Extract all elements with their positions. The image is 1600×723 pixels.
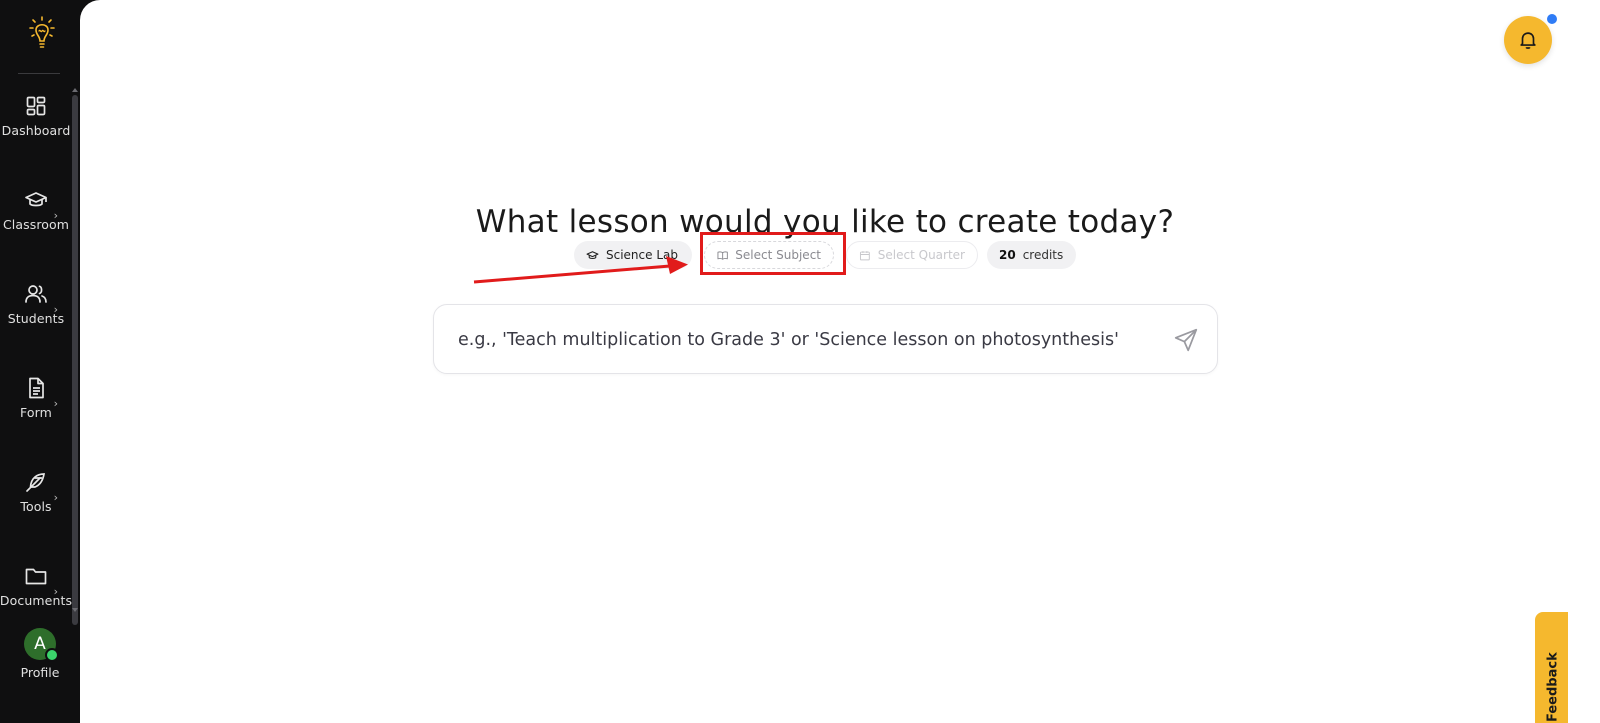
quarter-selector[interactable]: Select Quarter: [846, 241, 978, 269]
sidebar-item-classroom[interactable]: Classroom ›: [0, 188, 72, 258]
lesson-prompt-box: [433, 304, 1218, 374]
chevron-right-icon: ›: [53, 397, 58, 410]
sidebar-item-label: Classroom: [2, 217, 70, 232]
sidebar-item-dashboard[interactable]: Dashboard: [0, 94, 72, 164]
annotation-arrow-icon: [473, 256, 688, 284]
graduation-cap-icon: [25, 192, 47, 207]
feedback-label: Feedback: [1545, 652, 1561, 722]
chevron-right-icon: ›: [53, 491, 58, 504]
sidebar-divider: [18, 73, 60, 74]
folder-icon: [25, 568, 47, 585]
sidebar-item-label: Dashboard: [1, 123, 71, 138]
sidebar-item-profile[interactable]: A Profile: [0, 628, 80, 680]
lesson-prompt-input[interactable]: [456, 323, 1160, 357]
send-icon[interactable]: [1173, 327, 1199, 353]
avatar[interactable]: A: [24, 628, 59, 662]
sidebar: Dashboard Classroom › Students › Form › …: [0, 0, 80, 723]
sidebar-item-documents[interactable]: Documents ›: [0, 564, 72, 634]
sidebar-scrollbar[interactable]: [72, 95, 78, 625]
sidebar-item-label: Documents: [0, 593, 73, 608]
sidebar-item-tools[interactable]: Tools ›: [0, 470, 72, 540]
sidebar-item-form[interactable]: Form ›: [0, 376, 72, 446]
credits-count: 20: [999, 248, 1016, 262]
chevron-right-icon: ›: [53, 585, 58, 598]
document-icon: [29, 377, 44, 399]
quarter-selector-label: Select Quarter: [877, 248, 965, 262]
scroll-down-arrow-icon[interactable]: [72, 608, 78, 612]
online-status-dot: [45, 648, 59, 662]
profile-label: Profile: [20, 665, 60, 680]
sidebar-item-label: Form: [20, 405, 52, 420]
notifications-button[interactable]: [1504, 16, 1552, 64]
credits-label: credits: [1022, 248, 1064, 262]
main-panel: What lesson would you like to create tod…: [80, 0, 1600, 723]
chevron-right-icon: ›: [53, 209, 58, 222]
avatar-initial: A: [34, 634, 46, 654]
users-icon: [25, 285, 47, 303]
app-window: Dashboard Classroom › Students › Form › …: [0, 0, 1600, 723]
sidebar-item-students[interactable]: Students ›: [0, 282, 72, 352]
chevron-right-icon: ›: [53, 303, 58, 316]
credits-badge: 20 credits: [987, 241, 1076, 269]
calendar-icon: [859, 250, 870, 260]
feather-icon: [26, 473, 46, 492]
dashboard-grid-icon: [26, 96, 46, 116]
sidebar-item-label: Tools: [20, 499, 52, 514]
notification-dot: [1546, 13, 1558, 25]
scroll-up-arrow-icon[interactable]: [72, 88, 78, 92]
feedback-tab[interactable]: Feedback: [1535, 612, 1568, 723]
lightbulb-logo-icon[interactable]: [24, 14, 60, 58]
annotation-highlight-box: [700, 232, 846, 275]
bell-icon: [1520, 32, 1536, 49]
